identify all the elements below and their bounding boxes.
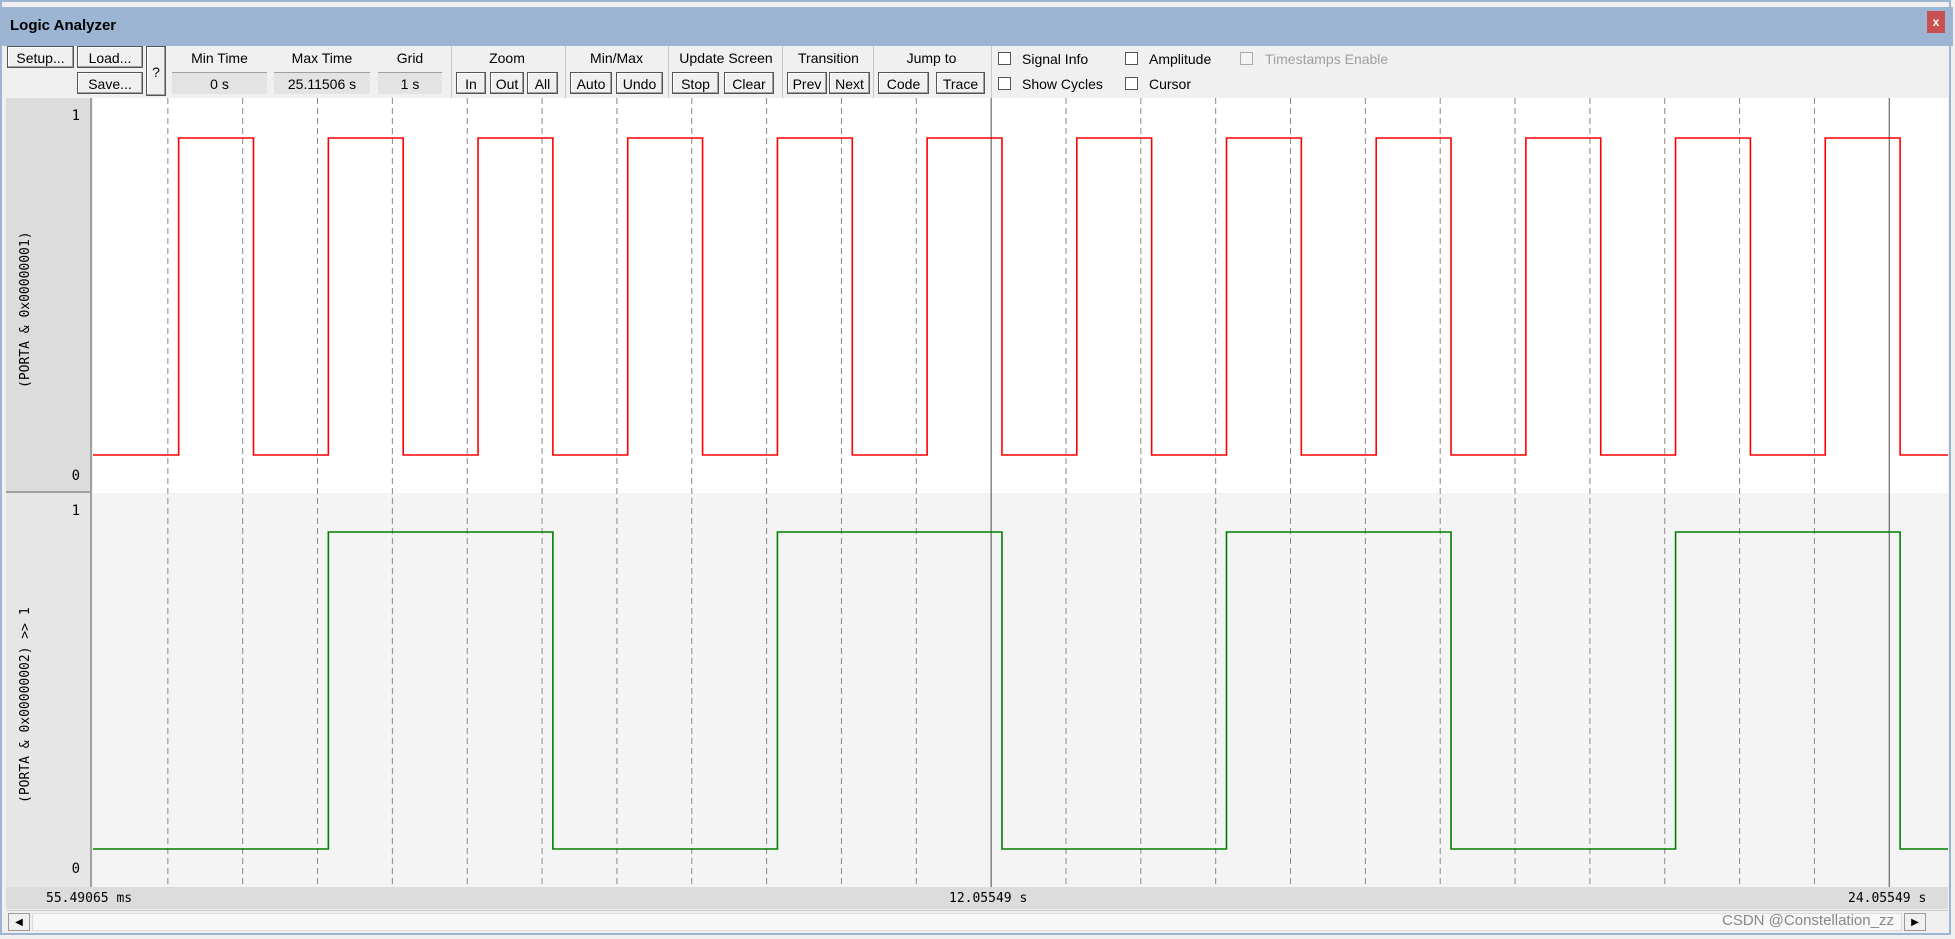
grid-value: 1 s	[378, 72, 442, 94]
max-level-label: 1	[71, 108, 80, 124]
show-cycles-checkbox[interactable]	[998, 77, 1011, 90]
max-time-value: 25.11506 s	[274, 72, 370, 94]
next-transition-button[interactable]: Next	[829, 72, 870, 94]
title-bar: Logic Analyzer x	[2, 7, 1953, 46]
zoom-all-button[interactable]: All	[527, 72, 558, 94]
show-cycles-label: Show Cycles	[1022, 76, 1103, 92]
min-time-label: Min Time	[191, 50, 248, 66]
horizontal-scrollbar[interactable]: ◀ ▶	[6, 910, 1948, 933]
timestamps-enable-checkbox[interactable]	[1240, 52, 1253, 65]
min-time-value: 0 s	[172, 72, 267, 94]
update-screen-label: Update Screen	[679, 50, 773, 66]
close-button[interactable]: x	[1927, 11, 1945, 33]
load-button[interactable]: Load...	[77, 46, 143, 68]
scroll-right-arrow-icon[interactable]: ▶	[1904, 913, 1926, 931]
prev-transition-button[interactable]: Prev	[787, 72, 827, 94]
zoom-label: Zoom	[489, 50, 525, 66]
watermark: CSDN @Constellation_zz	[1722, 912, 1894, 929]
waveform-plot[interactable]	[93, 98, 1948, 887]
divider	[873, 46, 874, 98]
jump-code-button[interactable]: Code	[878, 72, 929, 94]
setup-button[interactable]: Setup...	[7, 46, 74, 68]
jump-trace-button[interactable]: Trace	[936, 72, 985, 94]
divider	[782, 46, 783, 98]
channel-1-background	[93, 493, 1948, 887]
scroll-left-arrow-icon[interactable]: ◀	[8, 913, 30, 931]
signal-info-label: Signal Info	[1022, 51, 1089, 67]
help-button[interactable]: ?	[146, 46, 166, 96]
divider	[668, 46, 669, 98]
channel-0-background	[93, 98, 1948, 493]
amplitude-label: Amplitude	[1149, 51, 1212, 67]
signal-label-porta-bit1[interactable]: 1 (PORTA & 0x00000002) >> 1 0	[6, 493, 92, 887]
cursor-label: Cursor	[1149, 76, 1192, 92]
minmax-label: Min/Max	[590, 50, 643, 66]
max-time-label: Max Time	[291, 50, 353, 66]
save-button[interactable]: Save...	[77, 72, 143, 94]
signal-label-porta-bit0[interactable]: 1 (PORTA & 0x00000001) 0	[6, 98, 92, 493]
window-title: Logic Analyzer	[10, 17, 117, 34]
signal-info-checkbox[interactable]	[998, 52, 1011, 65]
timestamps-enable-label: Timestamps Enable	[1265, 51, 1389, 67]
auto-button[interactable]: Auto	[570, 72, 612, 94]
divider	[451, 46, 452, 98]
min-level-label: 0	[71, 468, 80, 484]
time-left-label: 55.49065 ms	[46, 891, 133, 906]
time-axis: 55.49065 ms 12.05549 s 24.05549 s	[6, 887, 1948, 909]
signal-name: (PORTA & 0x00000002) >> 1	[18, 607, 33, 803]
transition-label: Transition	[798, 50, 859, 66]
clear-button[interactable]: Clear	[724, 72, 774, 94]
min-level-label: 0	[71, 861, 80, 877]
cursor-checkbox[interactable]	[1125, 77, 1138, 90]
time-mid-label: 12.05549 s	[949, 891, 1028, 906]
scrollbar-thumb[interactable]	[32, 913, 1902, 931]
divider	[991, 46, 992, 98]
undo-button[interactable]: Undo	[616, 72, 663, 94]
divider	[565, 46, 566, 98]
time-right-label: 24.05549 s	[1848, 891, 1927, 906]
zoom-out-button[interactable]: Out	[490, 72, 524, 94]
max-level-label: 1	[71, 503, 80, 519]
jump-to-label: Jump to	[906, 50, 957, 66]
grid-label: Grid	[396, 50, 424, 66]
signal-name: (PORTA & 0x00000001)	[18, 231, 33, 388]
stop-button[interactable]: Stop	[672, 72, 719, 94]
zoom-in-button[interactable]: In	[456, 72, 486, 94]
amplitude-checkbox[interactable]	[1125, 52, 1138, 65]
